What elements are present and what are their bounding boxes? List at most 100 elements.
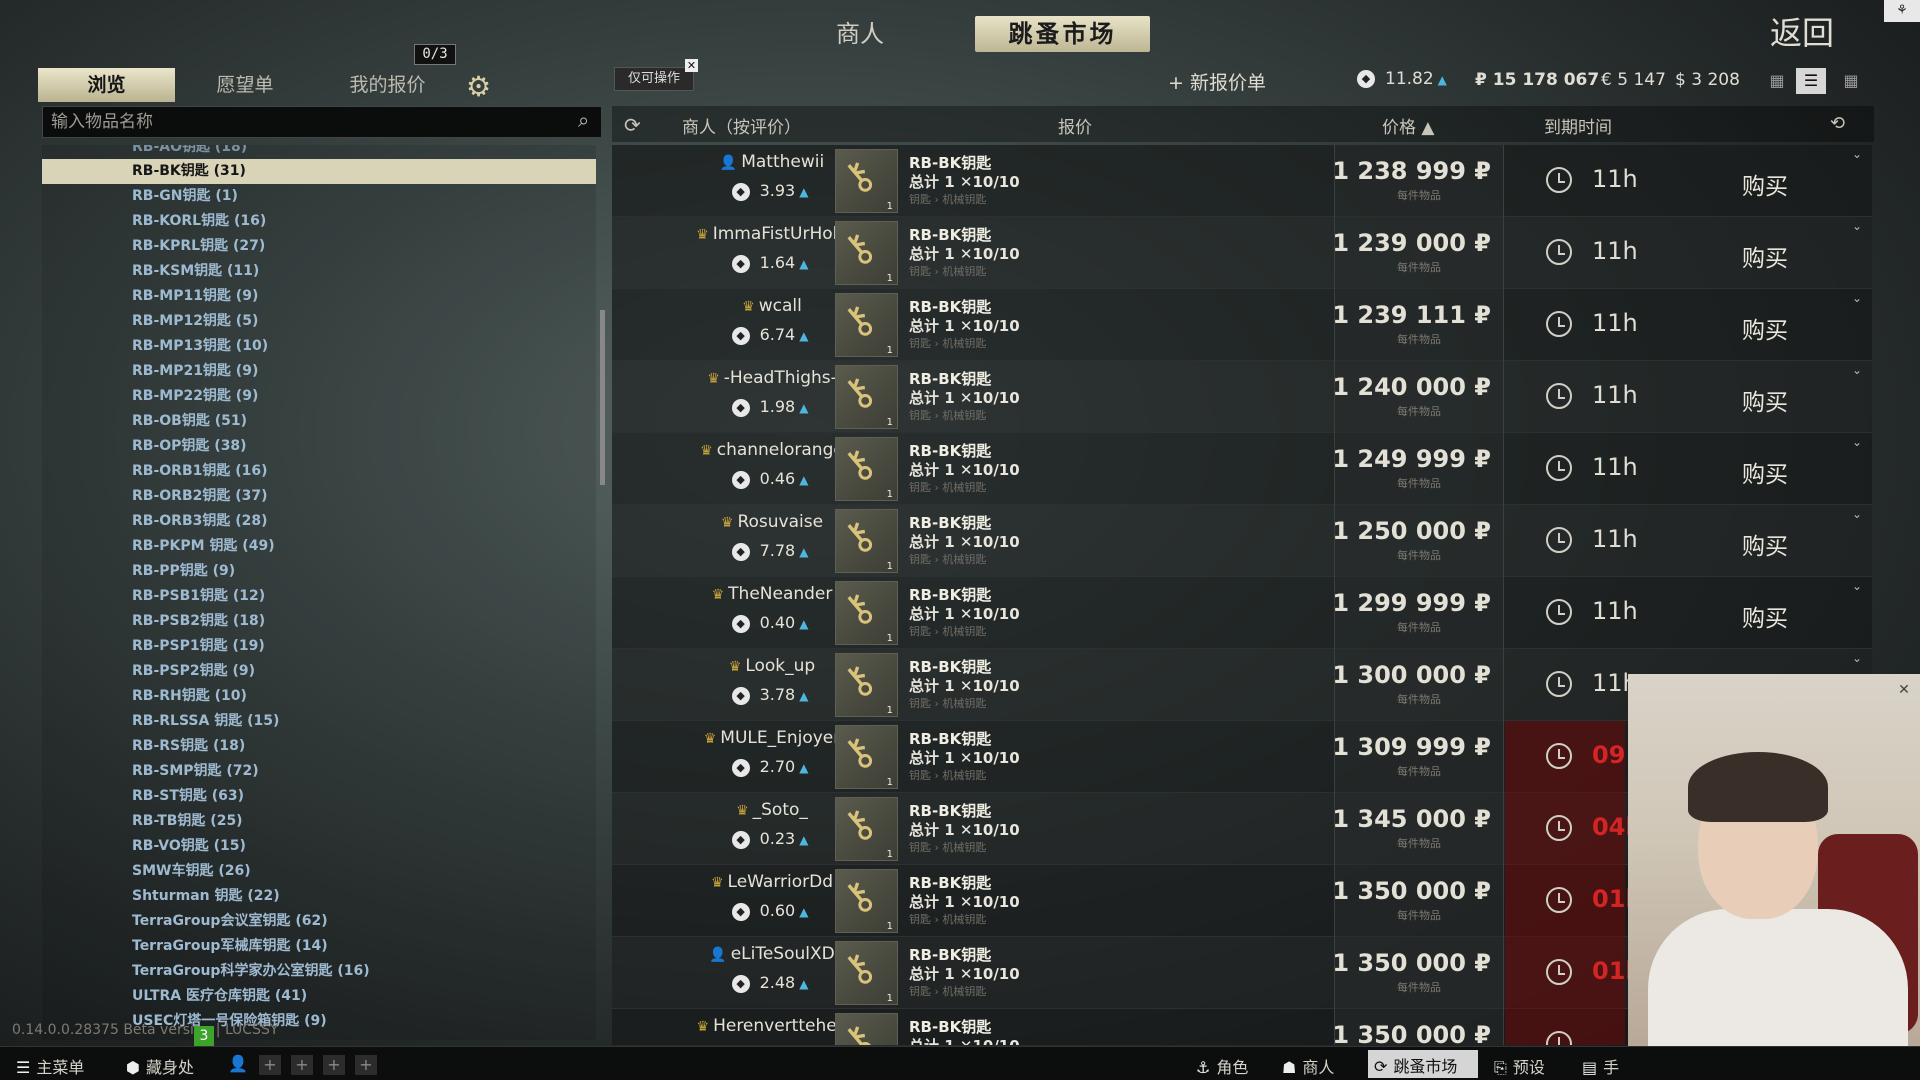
buy-button[interactable]: 购买 [1742, 383, 1788, 417]
buy-button[interactable]: 购买 [1742, 527, 1788, 561]
chevron-down-icon[interactable]: ⌄ [1852, 219, 1862, 233]
chevron-down-icon[interactable]: ⌄ [1852, 507, 1862, 521]
profile-icon[interactable]: 👤 [228, 1054, 248, 1073]
buy-button[interactable]: 购买 [1742, 167, 1788, 201]
refresh-icon[interactable]: ⟳ [624, 113, 641, 137]
column-trader[interactable]: 商人（按评价） [682, 113, 801, 138]
category-item[interactable]: RB-MP13钥匙 (10) [42, 334, 596, 359]
item-thumbnail[interactable]: ⚷1 [833, 581, 898, 645]
grid-view-icon[interactable]: ▦ [1836, 68, 1866, 94]
offer-row[interactable]: ♛ TheNeander ◆ 0.40 ▲ ⚷ 1 RB-BK钥匙 总计 1 ✕10/10 钥匙 … [612, 577, 1872, 649]
category-item[interactable]: RB-AO钥匙 (18) [42, 145, 596, 159]
item-thumbnail[interactable]: ⚷1 [833, 437, 898, 501]
category-item[interactable]: RB-OB钥匙 (51) [42, 409, 596, 434]
column-expires[interactable]: 到期时间 [1544, 113, 1612, 138]
category-item[interactable]: RB-KORL钥匙 (16) [42, 209, 596, 234]
category-item[interactable]: TerraGroup会议室钥匙 (62) [42, 909, 596, 934]
autorefresh-icon[interactable]: ⟲ [1830, 113, 1845, 134]
back-button[interactable]: 返回 [1770, 8, 1834, 54]
category-item[interactable]: RB-TB钥匙 (25) [42, 809, 596, 834]
add-slot-button[interactable]: + [323, 1055, 345, 1075]
chevron-down-icon[interactable]: ⌄ [1852, 435, 1862, 449]
chevron-down-icon[interactable]: ⌄ [1852, 291, 1862, 305]
category-item[interactable]: TerraGroup军械库钥匙 (14) [42, 934, 596, 959]
category-item[interactable]: RB-MP11钥匙 (9) [42, 284, 596, 309]
category-scrollbar[interactable] [600, 310, 605, 485]
gear-icon[interactable]: ⚙ [466, 70, 491, 103]
close-icon[interactable]: ✕ [685, 59, 698, 72]
column-price[interactable]: 价格 ▲ [1382, 113, 1434, 138]
item-thumbnail[interactable]: ⚷1 [833, 509, 898, 573]
category-item[interactable]: RB-MP12钥匙 (5) [42, 309, 596, 334]
chevron-down-icon[interactable]: ⌄ [1852, 579, 1862, 593]
offer-row[interactable]: ♛ wcall ◆ 6.74 ▲ ⚷ 1 RB-BK钥匙 总计 1 ✕10/10 钥匙 › 机械钥… [612, 289, 1872, 361]
category-item[interactable]: RB-OP钥匙 (38) [42, 434, 596, 459]
category-item[interactable]: RB-KPRL钥匙 (27) [42, 234, 596, 259]
offer-row[interactable]: ♛ ImmaFistUrHole ◆ 1.64 ▲ ⚷ 1 RB-BK钥匙 总计 1 ✕10/1… [612, 217, 1872, 289]
tab-my-offers[interactable]: 我的报价 [340, 68, 435, 102]
category-item[interactable]: SMW车钥匙 (26) [42, 859, 596, 884]
chevron-down-icon[interactable]: ⌄ [1852, 147, 1862, 161]
category-item[interactable]: RB-ORB3钥匙 (28) [42, 509, 596, 534]
category-item[interactable]: RB-PSP1钥匙 (19) [42, 634, 596, 659]
offer-row[interactable]: 👤 Matthewii ◆ 3.93 ▲ ⚷ 1 RB-BK钥匙 总计 1 ✕10/10 钥匙 ›… [612, 145, 1872, 217]
item-thumbnail[interactable]: ⚷1 [833, 725, 898, 789]
category-item[interactable]: RB-RLSSA 钥匙 (15) [42, 709, 596, 734]
main-menu-button[interactable]: ☰ 主菜单 [16, 1054, 84, 1078]
category-item[interactable]: RB-PSP2钥匙 (9) [42, 659, 596, 684]
traders-button[interactable]: ☗ 商人 [1282, 1054, 1334, 1078]
category-item[interactable]: RB-BK钥匙 (31) [42, 159, 596, 184]
category-item[interactable]: RB-PSB1钥匙 (12) [42, 584, 596, 609]
column-offer[interactable]: 报价 [1058, 113, 1092, 138]
item-thumbnail[interactable]: ⚷1 [833, 221, 898, 285]
category-item[interactable]: RB-KSM钥匙 (11) [42, 259, 596, 284]
flea-market-button[interactable]: ⟳ 跳蚤市场 [1368, 1050, 1478, 1078]
add-slot-button[interactable]: + [259, 1055, 281, 1075]
add-slot-button[interactable]: + [355, 1055, 377, 1075]
category-item[interactable]: RB-PP钥匙 (9) [42, 559, 596, 584]
category-item[interactable]: RB-RS钥匙 (18) [42, 734, 596, 759]
category-item[interactable]: RB-RH钥匙 (10) [42, 684, 596, 709]
category-item[interactable]: RB-MP22钥匙 (9) [42, 384, 596, 409]
category-item[interactable]: RB-MP21钥匙 (9) [42, 359, 596, 384]
item-thumbnail[interactable]: ⚷1 [833, 149, 898, 213]
offer-row[interactable]: ♛ -HeadThighs- ◆ 1.98 ▲ ⚷ 1 RB-BK钥匙 总计 1 ✕10/10 钥… [612, 361, 1872, 433]
tab-wishlist[interactable]: 愿望单 [200, 68, 290, 102]
stash-button[interactable]: ⬢ 藏身处 [126, 1054, 194, 1078]
category-item[interactable]: RB-VO钥匙 (15) [42, 834, 596, 859]
close-icon[interactable]: ✕ [1896, 682, 1912, 698]
chevron-down-icon[interactable]: ⌄ [1852, 363, 1862, 377]
category-item[interactable]: RB-ORB1钥匙 (16) [42, 459, 596, 484]
item-thumbnail[interactable]: ⚷1 [833, 365, 898, 429]
category-item[interactable]: RB-PKPM 钥匙 (49) [42, 534, 596, 559]
buy-button[interactable]: 购买 [1742, 455, 1788, 489]
search-icon[interactable]: ⌕ [578, 108, 589, 132]
item-thumbnail[interactable]: ⚷1 [833, 293, 898, 357]
tab-browse[interactable]: 浏览 [38, 68, 175, 102]
item-thumbnail[interactable]: ⚷1 [833, 797, 898, 861]
item-thumbnail[interactable]: ⚷1 [833, 869, 898, 933]
buy-button[interactable]: 购买 [1742, 311, 1788, 345]
category-item[interactable]: RB-PSB2钥匙 (18) [42, 609, 596, 634]
buy-button[interactable]: 购买 [1742, 239, 1788, 273]
category-item[interactable]: TerraGroup科学家办公室钥匙 (16) [42, 959, 596, 984]
compact-view-icon[interactable]: ▦ [1762, 68, 1792, 94]
character-button[interactable]: ⚓ 角色 [1196, 1054, 1248, 1078]
tab-traders[interactable]: 商人 [820, 16, 900, 52]
chevron-down-icon[interactable]: ⌄ [1852, 651, 1862, 665]
category-item[interactable]: RB-ST钥匙 (63) [42, 784, 596, 809]
corner-settings-icon[interactable]: ⚘ [1884, 0, 1920, 22]
handbook-button[interactable]: ▤ 手 [1582, 1054, 1619, 1078]
category-item[interactable]: RB-SMP钥匙 (72) [42, 759, 596, 784]
list-view-icon[interactable]: ☰ [1796, 68, 1826, 94]
item-thumbnail[interactable]: ⚷1 [833, 653, 898, 717]
buy-button[interactable]: 购买 [1742, 599, 1788, 633]
item-thumbnail[interactable]: ⚷1 [833, 1013, 898, 1045]
tab-flea-market[interactable]: 跳蚤市场 [975, 16, 1150, 52]
new-offer-button[interactable]: + 新报价单 [1168, 68, 1266, 95]
add-slot-button[interactable]: + [291, 1055, 313, 1075]
presets-button[interactable]: ⎘ 预设 [1494, 1054, 1545, 1078]
category-item[interactable]: RB-ORB2钥匙 (37) [42, 484, 596, 509]
offer-row[interactable]: ♛ channelorange ◆ 0.46 ▲ ⚷ 1 RB-BK钥匙 总计 1 ✕10/10… [612, 433, 1872, 505]
category-item[interactable]: RB-GN钥匙 (1) [42, 184, 596, 209]
